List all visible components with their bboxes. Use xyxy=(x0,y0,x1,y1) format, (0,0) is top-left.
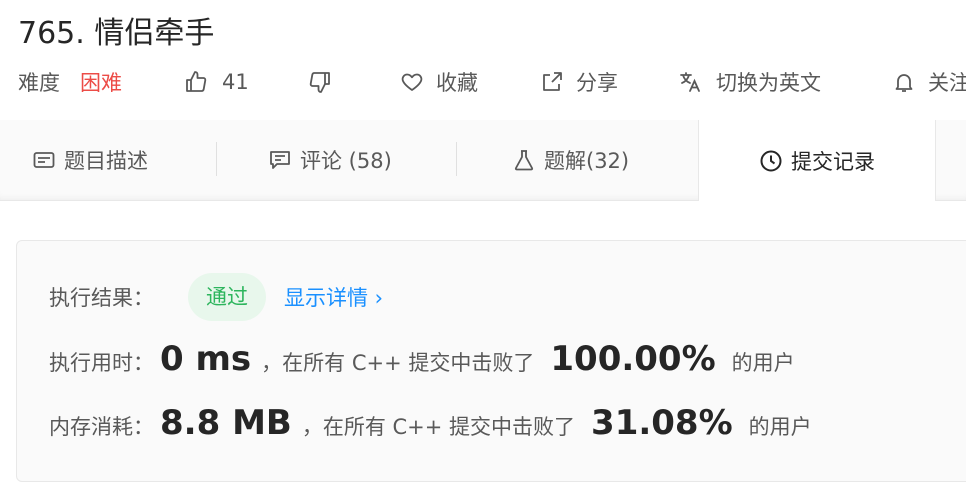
memory-value: 8.8 MB xyxy=(160,403,292,443)
runtime-tail: 的用户 xyxy=(731,351,795,375)
result-label: 执行结果： xyxy=(49,286,154,310)
bell-icon xyxy=(895,74,913,92)
tab-submissions[interactable]: 提交记录 xyxy=(698,120,936,201)
dislike-button[interactable] xyxy=(308,66,332,98)
like-button[interactable]: 41 xyxy=(184,66,249,98)
description-icon xyxy=(33,152,55,168)
tab-label: 提交记录 xyxy=(791,149,875,174)
tab-divider xyxy=(216,142,217,176)
clock-icon xyxy=(760,150,782,171)
show-details-link[interactable]: 显示详情 › xyxy=(284,282,383,312)
tab-comments[interactable]: 评论 (58) xyxy=(268,120,392,200)
submission-result-panel: 执行结果： 通过 显示详情 › 执行用时： 0 ms ，在所有 C++ 提交中击… xyxy=(16,240,966,482)
comment-icon xyxy=(270,151,290,169)
difficulty-label: 难度 xyxy=(18,71,60,95)
tab-label: 题目描述 xyxy=(64,149,148,173)
translate-label: 切换为英文 xyxy=(716,71,821,95)
translate-button[interactable]: 切换为英文 xyxy=(678,66,821,98)
thumbs-up-icon xyxy=(186,71,207,92)
share-label: 分享 xyxy=(576,71,618,95)
tab-description[interactable]: 题目描述 xyxy=(32,120,148,200)
follow-button[interactable]: 关注 xyxy=(892,66,966,98)
memory-text: ，在所有 C++ 提交中击败了 xyxy=(301,415,576,439)
result-row: 执行结果： 通过 显示详情 › xyxy=(49,273,383,321)
memory-label: 内存消耗： xyxy=(49,415,154,439)
tab-solutions[interactable]: 题解(32) xyxy=(512,120,629,200)
share-icon xyxy=(543,72,562,91)
memory-percentile: 31.08% xyxy=(591,403,733,443)
share-button[interactable]: 分享 xyxy=(540,66,618,98)
runtime-label: 执行用时： xyxy=(49,351,154,375)
follow-label: 关注 xyxy=(928,71,966,95)
translate-icon xyxy=(680,72,700,92)
memory-tail: 的用户 xyxy=(748,415,812,439)
status-badge: 通过 xyxy=(188,273,266,321)
thumbs-down-icon xyxy=(309,72,330,93)
tab-label: 题解(32) xyxy=(544,149,630,173)
problem-title: 765. 情侣牵手 xyxy=(18,16,215,51)
favorite-button[interactable]: 收藏 xyxy=(400,66,478,98)
runtime-percentile: 100.00% xyxy=(550,339,716,379)
favorite-label: 收藏 xyxy=(436,71,478,95)
tab-divider xyxy=(456,142,457,176)
heart-icon xyxy=(401,73,423,91)
runtime-text: ，在所有 C++ 提交中击败了 xyxy=(261,351,535,375)
memory-row: 内存消耗： 8.8 MB ，在所有 C++ 提交中击败了 31.08% 的用户 xyxy=(49,403,812,443)
difficulty: 难度 困难 xyxy=(18,66,122,98)
difficulty-value: 困难 xyxy=(80,71,122,95)
runtime-row: 执行用时： 0 ms ，在所有 C++ 提交中击败了 100.00% 的用户 xyxy=(49,339,795,379)
problem-tabs: 题目描述 评论 (58) 题解(32) 提交记录 xyxy=(0,120,966,201)
runtime-value: 0 ms xyxy=(160,339,252,379)
tab-label: 评论 (58) xyxy=(300,149,392,173)
flask-icon xyxy=(514,150,534,171)
like-count: 41 xyxy=(222,70,249,94)
problem-header: 765. 情侣牵手 难度 困难 41 收藏 分享 切换为英文 关注 xyxy=(0,0,966,120)
